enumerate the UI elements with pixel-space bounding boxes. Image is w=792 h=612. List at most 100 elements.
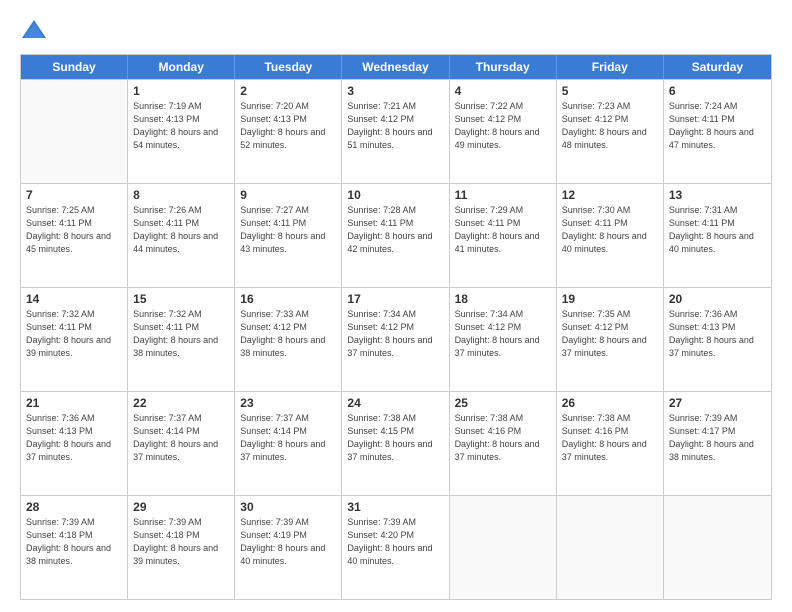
day-info: Sunrise: 7:33 AM Sunset: 4:12 PM Dayligh… bbox=[240, 308, 336, 360]
empty-cell bbox=[557, 496, 664, 599]
weekday-header-monday: Monday bbox=[128, 55, 235, 79]
day-cell-13: 13 Sunrise: 7:31 AM Sunset: 4:11 PM Dayli… bbox=[664, 184, 771, 287]
day-info: Sunrise: 7:34 AM Sunset: 4:12 PM Dayligh… bbox=[347, 308, 443, 360]
day-number: 23 bbox=[240, 396, 336, 410]
day-number: 27 bbox=[669, 396, 766, 410]
day-cell-26: 26 Sunrise: 7:38 AM Sunset: 4:16 PM Dayli… bbox=[557, 392, 664, 495]
day-number: 18 bbox=[455, 292, 551, 306]
day-number: 29 bbox=[133, 500, 229, 514]
day-cell-29: 29 Sunrise: 7:39 AM Sunset: 4:18 PM Dayli… bbox=[128, 496, 235, 599]
day-info: Sunrise: 7:22 AM Sunset: 4:12 PM Dayligh… bbox=[455, 100, 551, 152]
day-info: Sunrise: 7:19 AM Sunset: 4:13 PM Dayligh… bbox=[133, 100, 229, 152]
day-cell-19: 19 Sunrise: 7:35 AM Sunset: 4:12 PM Dayli… bbox=[557, 288, 664, 391]
day-info: Sunrise: 7:37 AM Sunset: 4:14 PM Dayligh… bbox=[240, 412, 336, 464]
day-cell-6: 6Sunrise: 7:24 AM Sunset: 4:11 PM Daylig… bbox=[664, 80, 771, 183]
day-cell-9: 9Sunrise: 7:27 AM Sunset: 4:11 PM Daylig… bbox=[235, 184, 342, 287]
day-number: 2 bbox=[240, 84, 336, 98]
day-cell-5: 5 Sunrise: 7:23 AM Sunset: 4:12 PM Daylig… bbox=[557, 80, 664, 183]
weekday-header-tuesday: Tuesday bbox=[235, 55, 342, 79]
day-info: Sunrise: 7:38 AM Sunset: 4:15 PM Dayligh… bbox=[347, 412, 443, 464]
logo-icon bbox=[20, 18, 48, 46]
day-cell-12: 12 Sunrise: 7:30 AM Sunset: 4:11 PM Dayli… bbox=[557, 184, 664, 287]
day-info: Sunrise: 7:39 AM Sunset: 4:18 PM Dayligh… bbox=[133, 516, 229, 568]
calendar-header-row: SundayMondayTuesdayWednesdayThursdayFrid… bbox=[21, 55, 771, 79]
day-number: 26 bbox=[562, 396, 658, 410]
calendar-week-3: 14 Sunrise: 7:32 AM Sunset: 4:11 PM Dayli… bbox=[21, 287, 771, 391]
day-info: Sunrise: 7:37 AM Sunset: 4:14 PM Dayligh… bbox=[133, 412, 229, 464]
day-number: 7 bbox=[26, 188, 122, 202]
day-number: 6 bbox=[669, 84, 766, 98]
day-number: 22 bbox=[133, 396, 229, 410]
day-info: Sunrise: 7:36 AM Sunset: 4:13 PM Dayligh… bbox=[669, 308, 766, 360]
day-info: Sunrise: 7:20 AM Sunset: 4:13 PM Dayligh… bbox=[240, 100, 336, 152]
day-number: 21 bbox=[26, 396, 122, 410]
day-cell-10: 10 Sunrise: 7:28 AM Sunset: 4:11 PM Dayli… bbox=[342, 184, 449, 287]
weekday-header-friday: Friday bbox=[557, 55, 664, 79]
day-info: Sunrise: 7:26 AM Sunset: 4:11 PM Dayligh… bbox=[133, 204, 229, 256]
day-number: 13 bbox=[669, 188, 766, 202]
empty-cell bbox=[21, 80, 128, 183]
day-number: 20 bbox=[669, 292, 766, 306]
day-number: 28 bbox=[26, 500, 122, 514]
day-info: Sunrise: 7:36 AM Sunset: 4:13 PM Dayligh… bbox=[26, 412, 122, 464]
calendar-week-2: 7 Sunrise: 7:25 AM Sunset: 4:11 PM Daylig… bbox=[21, 183, 771, 287]
day-cell-8: 8 Sunrise: 7:26 AM Sunset: 4:11 PM Daylig… bbox=[128, 184, 235, 287]
day-cell-21: 21 Sunrise: 7:36 AM Sunset: 4:13 PM Dayli… bbox=[21, 392, 128, 495]
day-number: 5 bbox=[562, 84, 658, 98]
calendar: SundayMondayTuesdayWednesdayThursdayFrid… bbox=[20, 54, 772, 600]
day-info: Sunrise: 7:32 AM Sunset: 4:11 PM Dayligh… bbox=[26, 308, 122, 360]
calendar-week-5: 28 Sunrise: 7:39 AM Sunset: 4:18 PM Dayli… bbox=[21, 495, 771, 599]
day-info: Sunrise: 7:25 AM Sunset: 4:11 PM Dayligh… bbox=[26, 204, 122, 256]
day-info: Sunrise: 7:39 AM Sunset: 4:20 PM Dayligh… bbox=[347, 516, 443, 568]
day-cell-3: 3 Sunrise: 7:21 AM Sunset: 4:12 PM Daylig… bbox=[342, 80, 449, 183]
day-cell-7: 7 Sunrise: 7:25 AM Sunset: 4:11 PM Daylig… bbox=[21, 184, 128, 287]
day-number: 12 bbox=[562, 188, 658, 202]
day-info: Sunrise: 7:30 AM Sunset: 4:11 PM Dayligh… bbox=[562, 204, 658, 256]
day-info: Sunrise: 7:39 AM Sunset: 4:19 PM Dayligh… bbox=[240, 516, 336, 568]
logo bbox=[20, 18, 52, 46]
day-info: Sunrise: 7:28 AM Sunset: 4:11 PM Dayligh… bbox=[347, 204, 443, 256]
day-info: Sunrise: 7:32 AM Sunset: 4:11 PM Dayligh… bbox=[133, 308, 229, 360]
day-info: Sunrise: 7:39 AM Sunset: 4:17 PM Dayligh… bbox=[669, 412, 766, 464]
day-cell-22: 22 Sunrise: 7:37 AM Sunset: 4:14 PM Dayli… bbox=[128, 392, 235, 495]
day-cell-16: 16Sunrise: 7:33 AM Sunset: 4:12 PM Dayli… bbox=[235, 288, 342, 391]
page: SundayMondayTuesdayWednesdayThursdayFrid… bbox=[0, 0, 792, 612]
day-cell-20: 20 Sunrise: 7:36 AM Sunset: 4:13 PM Dayli… bbox=[664, 288, 771, 391]
calendar-week-4: 21 Sunrise: 7:36 AM Sunset: 4:13 PM Dayli… bbox=[21, 391, 771, 495]
day-cell-2: 2 Sunrise: 7:20 AM Sunset: 4:13 PM Daylig… bbox=[235, 80, 342, 183]
day-cell-14: 14 Sunrise: 7:32 AM Sunset: 4:11 PM Dayli… bbox=[21, 288, 128, 391]
day-number: 9 bbox=[240, 188, 336, 202]
day-cell-25: 25Sunrise: 7:38 AM Sunset: 4:16 PM Dayli… bbox=[450, 392, 557, 495]
day-cell-11: 11Sunrise: 7:29 AM Sunset: 4:11 PM Dayli… bbox=[450, 184, 557, 287]
day-number: 4 bbox=[455, 84, 551, 98]
day-number: 8 bbox=[133, 188, 229, 202]
day-number: 10 bbox=[347, 188, 443, 202]
calendar-week-1: 1Sunrise: 7:19 AM Sunset: 4:13 PM Daylig… bbox=[21, 79, 771, 183]
day-info: Sunrise: 7:35 AM Sunset: 4:12 PM Dayligh… bbox=[562, 308, 658, 360]
day-number: 17 bbox=[347, 292, 443, 306]
day-info: Sunrise: 7:39 AM Sunset: 4:18 PM Dayligh… bbox=[26, 516, 122, 568]
day-info: Sunrise: 7:21 AM Sunset: 4:12 PM Dayligh… bbox=[347, 100, 443, 152]
day-number: 30 bbox=[240, 500, 336, 514]
day-cell-24: 24 Sunrise: 7:38 AM Sunset: 4:15 PM Dayli… bbox=[342, 392, 449, 495]
day-cell-27: 27 Sunrise: 7:39 AM Sunset: 4:17 PM Dayli… bbox=[664, 392, 771, 495]
day-cell-15: 15Sunrise: 7:32 AM Sunset: 4:11 PM Dayli… bbox=[128, 288, 235, 391]
day-number: 19 bbox=[562, 292, 658, 306]
day-cell-18: 18 Sunrise: 7:34 AM Sunset: 4:12 PM Dayli… bbox=[450, 288, 557, 391]
day-info: Sunrise: 7:38 AM Sunset: 4:16 PM Dayligh… bbox=[562, 412, 658, 464]
day-info: Sunrise: 7:34 AM Sunset: 4:12 PM Dayligh… bbox=[455, 308, 551, 360]
day-info: Sunrise: 7:29 AM Sunset: 4:11 PM Dayligh… bbox=[455, 204, 551, 256]
day-info: Sunrise: 7:38 AM Sunset: 4:16 PM Dayligh… bbox=[455, 412, 551, 464]
day-cell-30: 30 Sunrise: 7:39 AM Sunset: 4:19 PM Dayli… bbox=[235, 496, 342, 599]
empty-cell bbox=[450, 496, 557, 599]
day-cell-23: 23 Sunrise: 7:37 AM Sunset: 4:14 PM Dayli… bbox=[235, 392, 342, 495]
day-info: Sunrise: 7:23 AM Sunset: 4:12 PM Dayligh… bbox=[562, 100, 658, 152]
day-number: 14 bbox=[26, 292, 122, 306]
day-info: Sunrise: 7:31 AM Sunset: 4:11 PM Dayligh… bbox=[669, 204, 766, 256]
weekday-header-wednesday: Wednesday bbox=[342, 55, 449, 79]
day-number: 24 bbox=[347, 396, 443, 410]
day-number: 3 bbox=[347, 84, 443, 98]
day-cell-4: 4 Sunrise: 7:22 AM Sunset: 4:12 PM Daylig… bbox=[450, 80, 557, 183]
weekday-header-saturday: Saturday bbox=[664, 55, 771, 79]
weekday-header-sunday: Sunday bbox=[21, 55, 128, 79]
